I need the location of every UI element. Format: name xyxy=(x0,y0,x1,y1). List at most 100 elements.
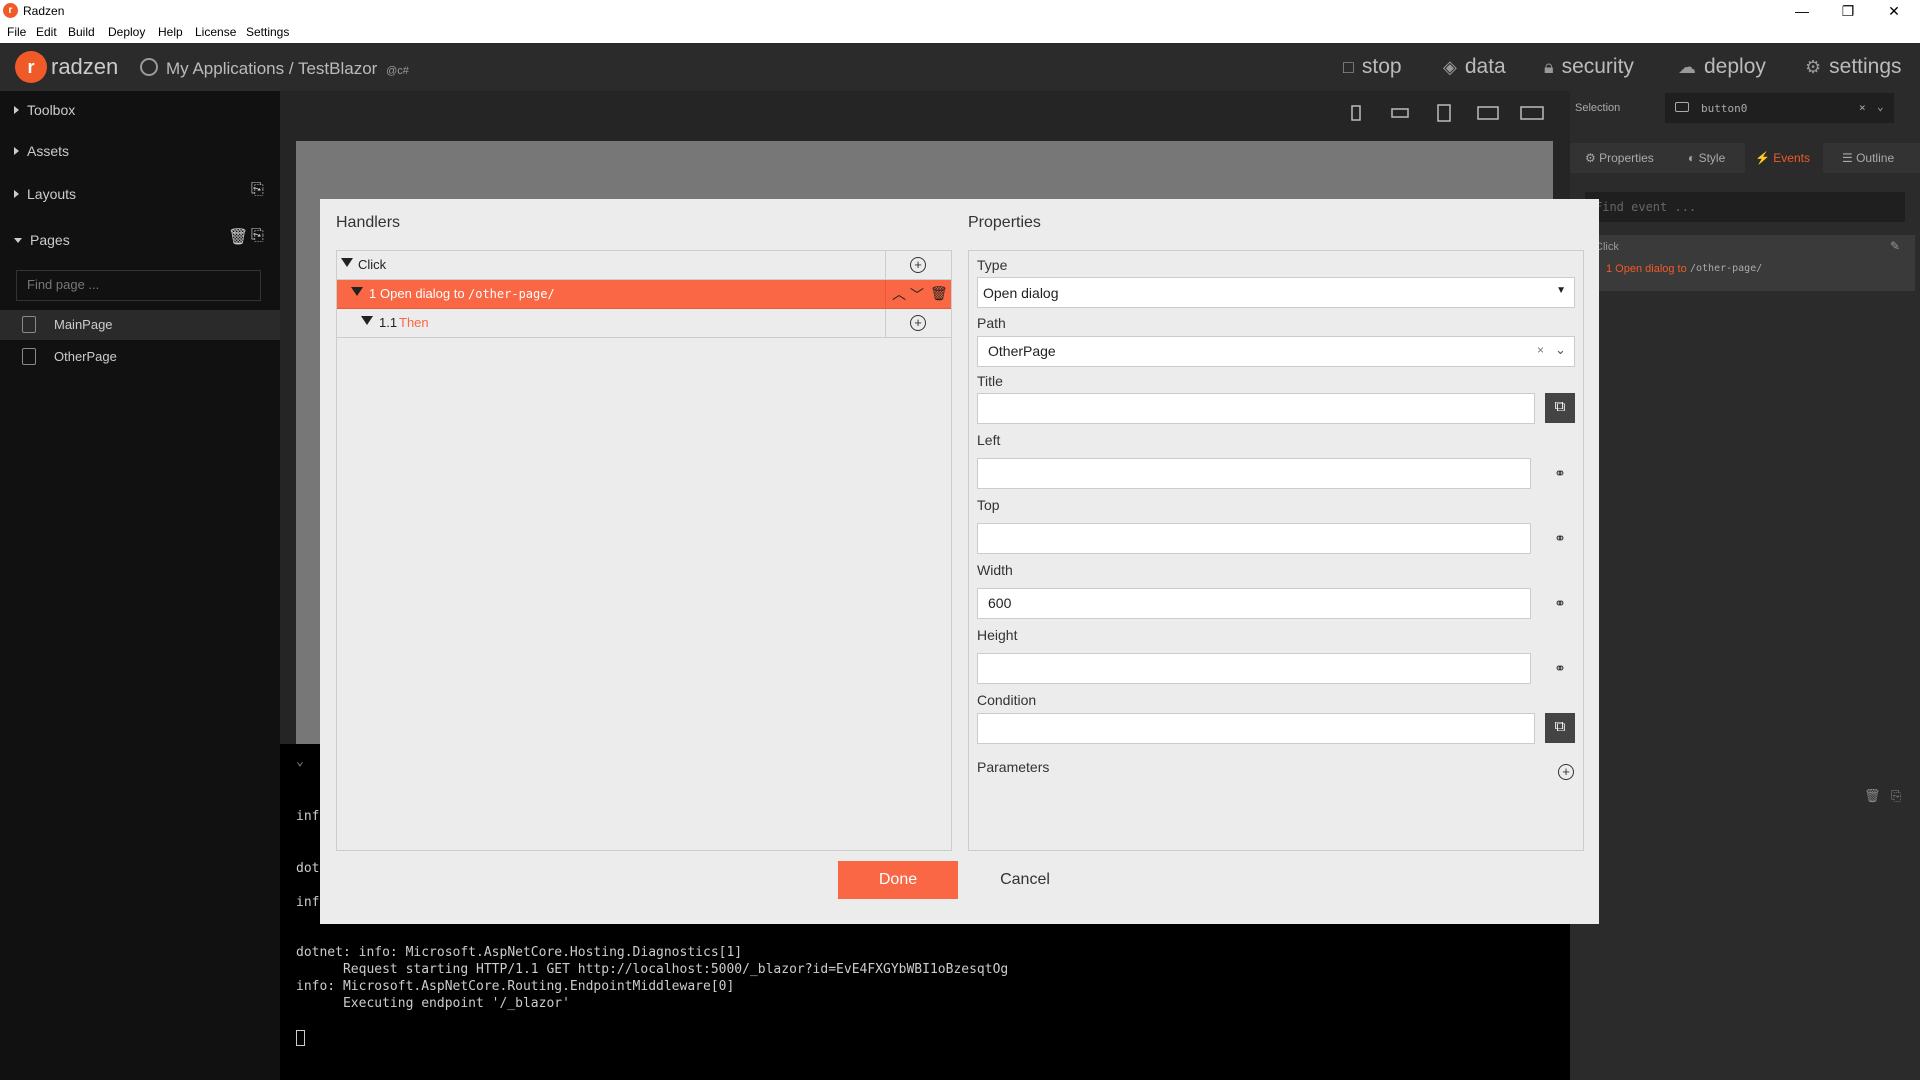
edit-event-icon[interactable]: ✎ xyxy=(1890,239,1900,253)
add-layout-icon[interactable]: ⎘ xyxy=(251,181,264,199)
device-tablet-landscape-icon[interactable] xyxy=(1475,104,1501,122)
action-path: /other-page/ xyxy=(468,287,555,301)
minimize-button[interactable]: — xyxy=(1779,0,1825,22)
stop-button[interactable]: □ stop xyxy=(1343,55,1402,79)
collapse-chevron-icon[interactable]: ⌄ xyxy=(296,754,304,769)
handler-event-row[interactable]: Click + xyxy=(337,251,951,280)
add-action-icon[interactable]: + xyxy=(910,257,926,273)
page-item-mainpage[interactable]: MainPage xyxy=(0,310,280,340)
data-button[interactable]: ◈ data xyxy=(1443,55,1506,79)
action-number: 1 xyxy=(369,286,377,301)
device-phone-landscape-icon[interactable] xyxy=(1387,104,1413,122)
path-label: Path xyxy=(977,315,1006,331)
sidebar-section-layouts[interactable]: Layouts xyxy=(14,186,76,202)
dropdown-arrow-icon: ▼ xyxy=(1556,285,1566,296)
settings-button[interactable]: ⚙ settings xyxy=(1805,55,1902,79)
event-click-block[interactable]: Click ✎ 1 Open dialog to /other-page/ xyxy=(1590,235,1915,291)
clear-console-icon[interactable]: 🗑︎ xyxy=(1864,788,1881,804)
handler-then-row[interactable]: 1.1 Then + xyxy=(337,309,951,338)
event-action-text: 1 Open dialog to xyxy=(1606,263,1687,275)
language-badge: @c# xyxy=(386,65,409,77)
deploy-button[interactable]: ☁ deploy xyxy=(1678,55,1766,79)
open-editor-icon[interactable]: ⧉ xyxy=(1545,393,1575,423)
clear-icon[interactable]: × xyxy=(1537,343,1544,357)
then-number: 1.1 xyxy=(379,315,398,330)
window-title: Radzen xyxy=(23,4,65,18)
layers-icon: ◈ xyxy=(1443,57,1457,77)
tab-events[interactable]: ⚡ Events xyxy=(1745,143,1823,173)
condition-input[interactable] xyxy=(977,713,1535,744)
add-page-icon[interactable]: ⎘ xyxy=(251,227,264,245)
bind-link-icon[interactable]: ⚭ xyxy=(1552,466,1568,480)
left-input[interactable] xyxy=(977,458,1531,489)
menu-license[interactable]: License xyxy=(195,25,236,39)
menu-file[interactable]: File xyxy=(7,25,26,39)
expand-triangle-icon[interactable] xyxy=(351,287,363,296)
device-desktop-icon[interactable] xyxy=(1519,104,1545,122)
bind-link-icon[interactable]: ⚭ xyxy=(1552,531,1568,545)
caret-right-icon xyxy=(14,106,19,114)
expand-triangle-icon[interactable] xyxy=(361,316,373,325)
top-input[interactable] xyxy=(977,523,1531,554)
path-select[interactable]: OtherPage × ⌄ xyxy=(977,336,1575,367)
sidebar-section-toolbox[interactable]: Toolbox xyxy=(14,102,75,118)
restore-button[interactable]: ❐ xyxy=(1825,0,1871,22)
type-value: Open dialog xyxy=(983,285,1059,301)
window-title-bar: r Radzen — ❐ ✕ xyxy=(0,0,1920,22)
width-input[interactable]: 600 xyxy=(977,588,1531,619)
menu-deploy[interactable]: Deploy xyxy=(108,25,145,39)
selection-label: Selection xyxy=(1575,102,1621,114)
page-item-otherpage[interactable]: OtherPage xyxy=(0,342,280,372)
bind-link-icon[interactable]: ⚭ xyxy=(1552,661,1568,675)
parameters-label: Parameters xyxy=(977,759,1050,775)
selection-dropdown[interactable]: button0 × ⌄ xyxy=(1665,93,1894,123)
done-button[interactable]: Done xyxy=(838,861,958,899)
find-page-input[interactable]: Find page ... xyxy=(16,270,261,301)
menu-help[interactable]: Help xyxy=(158,25,183,39)
type-select[interactable]: Open dialog ▼ xyxy=(977,277,1575,308)
condition-label: Condition xyxy=(977,692,1037,708)
radzen-logo-icon[interactable]: r xyxy=(15,51,47,83)
close-window-button[interactable]: ✕ xyxy=(1871,0,1917,22)
delete-page-icon[interactable]: 🗑︎ xyxy=(228,227,248,247)
tab-properties[interactable]: ⚙ Properties xyxy=(1585,151,1654,165)
bind-link-icon[interactable]: ⚭ xyxy=(1552,596,1568,610)
console-line: dot xyxy=(296,861,320,876)
width-label: Width xyxy=(977,562,1013,578)
menu-build[interactable]: Build xyxy=(68,25,95,39)
sidebar-section-pages[interactable]: Pages xyxy=(14,232,70,248)
move-down-icon[interactable]: ﹀ xyxy=(910,285,924,305)
caret-right-icon xyxy=(14,147,19,155)
menu-edit[interactable]: Edit xyxy=(36,25,57,39)
selection-value: button0 xyxy=(1701,102,1748,115)
device-tablet-icon[interactable] xyxy=(1431,104,1457,122)
path-value: OtherPage xyxy=(988,343,1056,359)
add-then-action-icon[interactable]: + xyxy=(910,315,926,331)
find-event-input[interactable]: Find event ... xyxy=(1585,192,1905,222)
top-label: Top xyxy=(977,497,1000,513)
cancel-button[interactable]: Cancel xyxy=(985,861,1065,899)
page-icon xyxy=(22,316,36,333)
device-phone-icon[interactable] xyxy=(1343,104,1369,122)
brand-name[interactable]: radzen xyxy=(51,54,118,80)
expand-triangle-icon[interactable] xyxy=(341,258,353,267)
open-editor-icon[interactable]: ⧉ xyxy=(1545,713,1575,743)
copy-console-icon[interactable]: ⎘ xyxy=(1891,788,1901,804)
right-panel-tabs: ⚙ Properties ◐ Style ⚡ Events ☰ Outline xyxy=(1570,143,1920,173)
handler-action-row[interactable]: 1 Open dialog to /other-page/ ︿ ﹀ 🗑︎ xyxy=(337,280,951,309)
add-parameter-icon[interactable]: + xyxy=(1558,764,1574,780)
move-up-icon[interactable]: ︿ xyxy=(892,284,906,304)
tab-outline[interactable]: ☰ Outline xyxy=(1842,151,1894,165)
height-input[interactable] xyxy=(977,653,1531,684)
chevron-down-icon[interactable]: ⌄ xyxy=(1877,100,1884,113)
breadcrumb[interactable]: My Applications / TestBlazor @c# xyxy=(140,58,409,79)
menu-settings[interactable]: Settings xyxy=(246,25,289,39)
delete-action-icon[interactable]: 🗑︎ xyxy=(930,285,948,302)
security-button[interactable]: 🔒︎ security xyxy=(1544,55,1634,79)
clear-icon[interactable]: × xyxy=(1859,101,1866,114)
title-input[interactable] xyxy=(977,393,1535,424)
chevron-down-icon[interactable]: ⌄ xyxy=(1555,342,1566,358)
tab-style[interactable]: ◐ Style xyxy=(1688,151,1725,165)
console-line: inf xyxy=(296,895,320,910)
sidebar-section-assets[interactable]: Assets xyxy=(14,143,69,159)
